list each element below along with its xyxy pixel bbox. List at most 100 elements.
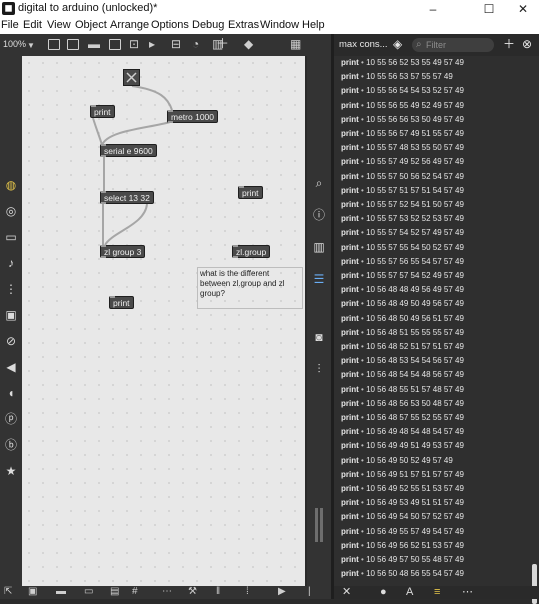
- comment-box[interactable]: what is the different between zl.group a…: [197, 267, 303, 309]
- console-row[interactable]: print • 10 56 49 49 51 49 53 57 49: [341, 439, 464, 453]
- options-icon[interactable]: ⋯: [462, 586, 473, 599]
- row-separator: •: [361, 101, 364, 110]
- row-source: print: [341, 484, 359, 493]
- align-icon[interactable]: ⋯: [162, 586, 172, 597]
- bang-object[interactable]: [123, 69, 140, 86]
- row-separator: •: [361, 129, 364, 138]
- filter-menu-icon[interactable]: ◈: [393, 37, 402, 51]
- console-row[interactable]: print • 10 56 49 51 57 51 57 57 49: [341, 468, 464, 482]
- console-row[interactable]: print • 10 56 48 55 51 57 48 57 49: [341, 383, 464, 397]
- console-row[interactable]: print • 10 56 48 54 54 48 56 57 49: [341, 368, 464, 382]
- metro-object[interactable]: metro 1000: [167, 110, 218, 123]
- select-object[interactable]: select 13 32: [100, 191, 154, 204]
- console-row[interactable]: print • 10 56 48 48 49 56 49 57 49: [341, 283, 464, 297]
- presentation-icon[interactable]: ▣: [28, 586, 37, 597]
- console-row[interactable]: print • 10 56 49 53 49 51 51 57 49: [341, 496, 464, 510]
- wrench-icon[interactable]: ⚒: [188, 586, 197, 597]
- console-row[interactable]: print • 10 56 48 53 54 54 56 57 49: [341, 354, 464, 368]
- row-source: print: [341, 328, 359, 337]
- row-separator: •: [361, 356, 364, 365]
- book-icon[interactable]: ▥: [312, 240, 326, 254]
- patcher-icon[interactable]: ▬: [56, 586, 66, 597]
- console-row[interactable]: print • 10 55 56 54 54 53 52 57 49: [341, 84, 464, 98]
- row-message: 10 55 57 50 56 52 54 57 49: [366, 172, 464, 181]
- console-row[interactable]: print • 10 56 49 48 54 48 54 57 49: [341, 425, 464, 439]
- print-object[interactable]: print: [90, 105, 115, 118]
- console-row[interactable]: print • 10 56 48 49 50 49 56 57 49: [341, 297, 464, 311]
- console-row[interactable]: print • 10 56 49 55 57 49 54 57 49: [341, 525, 464, 539]
- console-row[interactable]: print • 10 55 57 52 54 51 50 57 49: [341, 198, 464, 212]
- console-row[interactable]: print • 10 55 56 53 57 55 57 49: [341, 70, 453, 84]
- console-row[interactable]: print • 10 55 56 57 49 51 55 57 49: [341, 127, 464, 141]
- cord-metro-serial: [101, 121, 171, 146]
- console-row[interactable]: print • 10 56 49 57 50 55 48 57 49: [341, 553, 464, 567]
- grid-icon[interactable]: #: [132, 586, 138, 597]
- print-object[interactable]: print: [238, 186, 263, 199]
- close-icon[interactable]: ⊗: [522, 37, 532, 51]
- level-icon[interactable]: ≡: [434, 586, 440, 599]
- console-row[interactable]: print • 10 56 49 54 50 57 52 57 49: [341, 510, 464, 524]
- serial-object[interactable]: serial e 9600: [100, 144, 157, 157]
- inspector-icon[interactable]: ▤: [110, 586, 119, 597]
- object-label: select 13 32: [104, 193, 150, 203]
- console-list[interactable]: print • 10 55 56 52 53 55 49 57 49 print …: [334, 56, 530, 586]
- console-row[interactable]: print • 10 56 49 56 52 51 53 57 49: [341, 539, 464, 553]
- print-object[interactable]: print: [109, 296, 134, 309]
- console-row[interactable]: print • 10 55 57 57 54 52 49 57 49: [341, 269, 464, 283]
- info-icon[interactable]: ⓘ: [312, 208, 326, 222]
- console-row[interactable]: print • 10 55 57 48 53 55 50 57 49: [341, 141, 464, 155]
- patcher-bottom-bar: ⇱ ▣ ▬ ▭ ▤ # ⋯ ⚒ ‖ ⁞ ▶ |: [0, 586, 331, 599]
- row-message: 10 55 56 53 57 55 57 49: [366, 72, 453, 81]
- add-icon[interactable]: ＋: [503, 37, 515, 51]
- divider-icon[interactable]: |: [308, 586, 311, 597]
- console-row[interactable]: print • 10 56 48 57 55 52 55 57 49: [341, 411, 464, 425]
- play-icon[interactable]: ▶: [278, 586, 286, 597]
- row-message: 10 56 49 54 50 57 52 57 49: [366, 512, 464, 521]
- console-row[interactable]: print • 10 55 57 56 55 54 57 57 49: [341, 255, 464, 269]
- console-row[interactable]: print • 10 56 48 51 55 55 55 57 49: [341, 326, 464, 340]
- row-separator: •: [361, 285, 364, 294]
- row-separator: •: [361, 257, 364, 266]
- row-message: 10 55 57 55 54 50 52 57 49: [366, 243, 464, 252]
- row-source: print: [341, 342, 359, 351]
- object-label: print: [113, 298, 130, 308]
- row-source: print: [341, 86, 359, 95]
- console-row[interactable]: print • 10 56 49 52 55 51 53 57 49: [341, 482, 464, 496]
- search-icon[interactable]: ⌕: [312, 176, 326, 190]
- console-row[interactable]: print • 10 55 56 52 53 55 49 57 49: [341, 56, 464, 70]
- console-row[interactable]: print • 10 55 56 56 53 50 49 57 49: [341, 113, 464, 127]
- dots-icon[interactable]: ⁞: [246, 586, 249, 597]
- console-row[interactable]: print • 10 55 57 49 52 56 49 57 49: [341, 155, 464, 169]
- console-scrollbar[interactable]: [531, 56, 538, 604]
- console-row[interactable]: print • 10 56 49 50 52 49 57 49: [341, 454, 453, 468]
- console-row[interactable]: print • 10 55 57 51 57 51 54 57 49: [341, 184, 464, 198]
- lock-icon[interactable]: ⇱: [4, 586, 12, 597]
- highlight-icon[interactable]: A: [406, 586, 413, 599]
- console-row[interactable]: print • 10 55 57 55 54 50 52 57 49: [341, 241, 464, 255]
- pin-icon[interactable]: ●: [380, 586, 387, 599]
- edit-icon[interactable]: ▭: [84, 586, 93, 597]
- object-label: metro 1000: [171, 112, 214, 122]
- row-source: print: [341, 299, 359, 308]
- console-row[interactable]: print • 10 56 48 56 53 50 48 57 49: [341, 397, 464, 411]
- console-row[interactable]: print • 10 55 56 55 49 52 49 57 49: [341, 99, 464, 113]
- row-source: print: [341, 186, 359, 195]
- mixer-icon[interactable]: ⫶: [312, 362, 326, 376]
- row-separator: •: [361, 299, 364, 308]
- row-message: 10 56 49 51 57 51 57 57 49: [366, 470, 464, 479]
- console-row[interactable]: print • 10 56 50 48 56 55 54 57 49: [341, 567, 464, 581]
- row-separator: •: [361, 243, 364, 252]
- clear-icon[interactable]: ✕: [342, 586, 351, 599]
- list-icon[interactable]: ☰: [312, 272, 326, 286]
- console-row[interactable]: print • 10 55 57 50 56 52 54 57 49: [341, 170, 464, 184]
- camera-icon[interactable]: ◙: [312, 330, 326, 344]
- console-row[interactable]: print • 10 55 57 53 52 52 53 57 49: [341, 212, 464, 226]
- zl-group-3-object[interactable]: zl group 3: [100, 245, 146, 258]
- console-row[interactable]: print • 10 55 57 54 52 57 49 57 49: [341, 226, 464, 240]
- row-source: print: [341, 456, 359, 465]
- console-filter-input[interactable]: Filter: [412, 38, 494, 52]
- console-row[interactable]: print • 10 56 48 50 49 56 51 57 49: [341, 312, 464, 326]
- console-row[interactable]: print • 10 56 48 52 51 57 51 57 49: [341, 340, 464, 354]
- zl-dot-group-object[interactable]: zl.group: [232, 245, 271, 258]
- columns-icon[interactable]: ‖: [216, 586, 220, 597]
